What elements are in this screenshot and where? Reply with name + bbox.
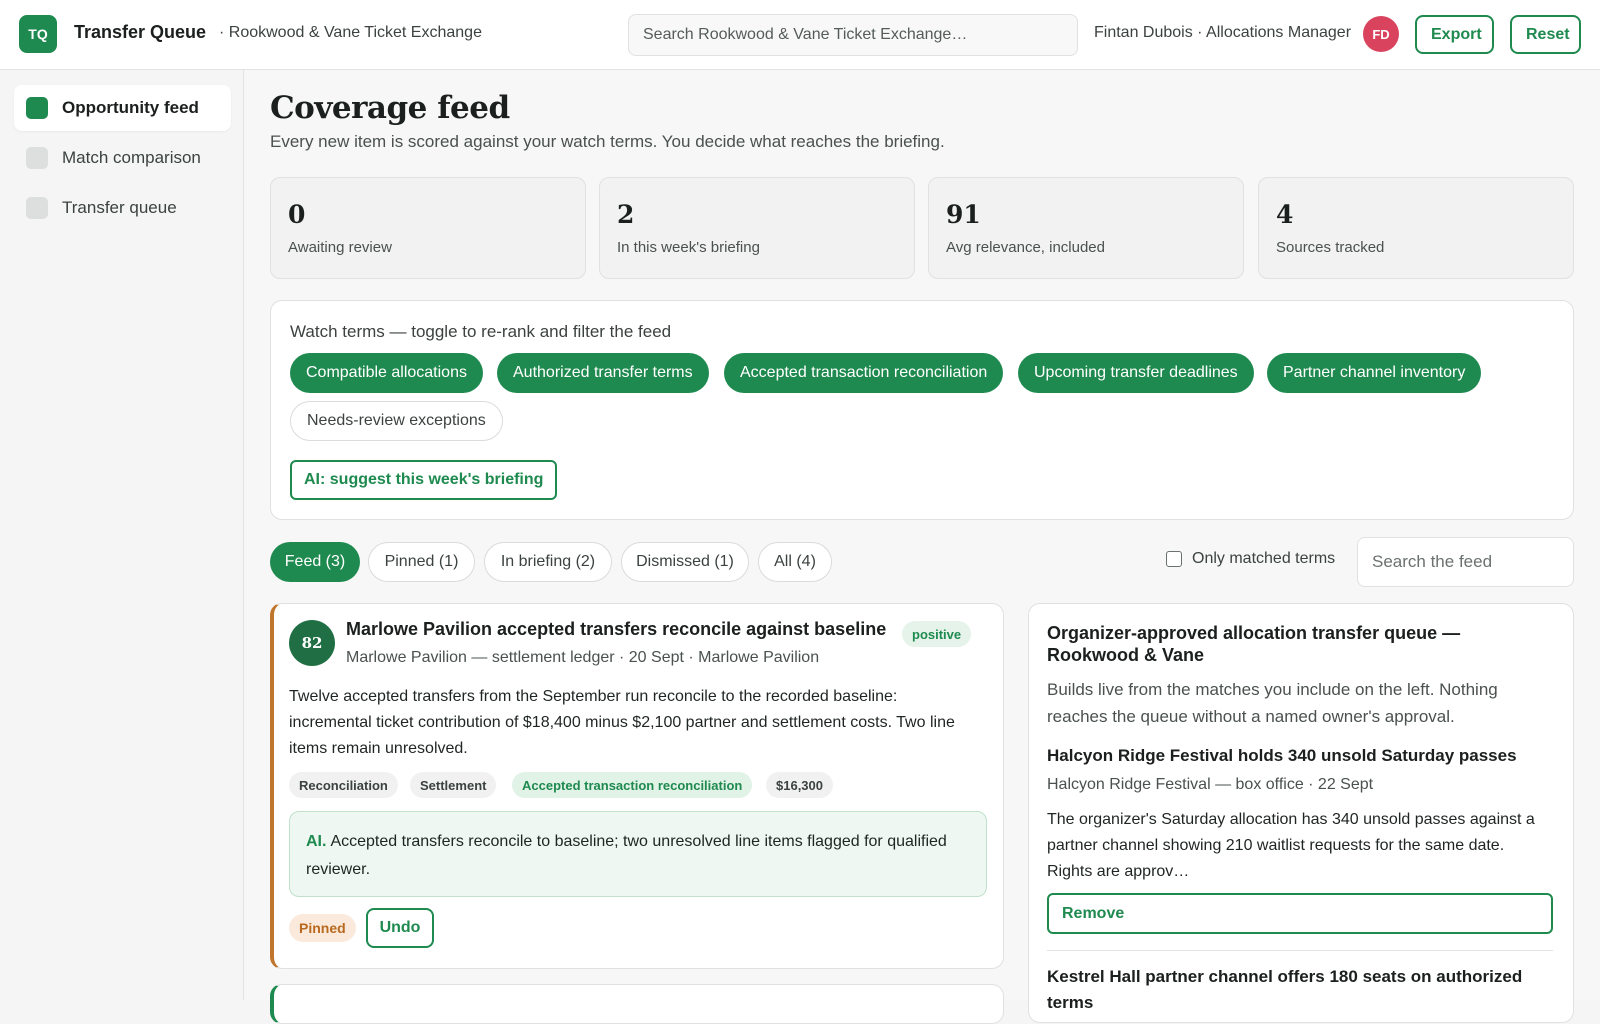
feed-card-next[interactable]	[270, 984, 1004, 1024]
transfer-queue-panel: Organizer-approved allocation transfer q…	[1028, 603, 1574, 1023]
watch-terms-heading: Watch terms — toggle to re-rank and filt…	[290, 322, 672, 341]
feed-search[interactable]	[1357, 537, 1574, 587]
chip-upcoming-transfer-deadlines[interactable]: Upcoming transfer deadlines	[1018, 353, 1254, 393]
undo-button[interactable]: Undo	[366, 908, 434, 948]
queue-title: Organizer-approved allocation transfer q…	[1047, 623, 1461, 665]
tab-feed[interactable]: Feed (3)	[270, 542, 360, 582]
chip-compatible-allocations[interactable]: Compatible allocations	[290, 353, 483, 393]
ai-summary-text: Accepted transfers reconcile to baseline…	[306, 833, 947, 878]
tab-in-briefing[interactable]: In briefing (2)	[484, 542, 612, 582]
relevance-score-badge: 82	[289, 620, 335, 666]
ai-summary-prefix: AI.	[306, 833, 327, 850]
tab-dismissed[interactable]: Dismissed (1)	[621, 542, 749, 582]
only-matched-checkbox[interactable]	[1166, 551, 1182, 567]
stat-value: 4	[1276, 200, 1294, 229]
tag-reconciliation: Reconciliation	[289, 772, 398, 798]
tab-all[interactable]: All (4)	[758, 542, 832, 582]
org-name: · Rookwood & Vane Ticket Exchange	[219, 24, 482, 41]
sidebar-item-opportunity-feed[interactable]: Opportunity feed	[14, 85, 231, 131]
sidebar: Opportunity feed Match comparison Transf…	[0, 70, 244, 1000]
queue-description: Builds live from the matches you include…	[1047, 680, 1498, 726]
ai-summary-box: AI. Accepted transfers reconcile to basel…	[289, 811, 987, 897]
tag-amount: $16,300	[766, 772, 833, 798]
stat-label: Sources tracked	[1276, 239, 1385, 256]
reset-button[interactable]: Reset	[1510, 15, 1581, 54]
stat-value: 91	[946, 200, 981, 229]
sidebar-item-label: Opportunity feed	[62, 98, 199, 117]
pinned-badge: Pinned	[289, 914, 356, 942]
feed-search-input[interactable]	[1358, 538, 1573, 586]
sidebar-item-label: Match comparison	[62, 148, 201, 167]
feed-card-title[interactable]: Marlowe Pavilion accepted transfers reco…	[346, 619, 886, 640]
feed-card-meta: Marlowe Pavilion — settlement ledger · 2…	[346, 649, 820, 666]
top-bar: TQ Transfer Queue · Rookwood & Vane Tick…	[0, 0, 1600, 70]
app-title: Transfer Queue	[74, 22, 207, 42]
stat-card-avg-relevance: 91 Avg relevance, included	[928, 177, 1244, 279]
stat-card-awaiting-review: 0 Awaiting review	[270, 177, 586, 279]
sidebar-item-label: Transfer queue	[62, 198, 177, 217]
queue-item-title: Kestrel Hall partner channel offers 180 …	[1047, 967, 1523, 1012]
stat-card-sources-tracked: 4 Sources tracked	[1258, 177, 1574, 279]
app-logo: TQ	[19, 15, 57, 53]
feed-card[interactable]: 82 Marlowe Pavilion accepted transfers r…	[270, 603, 1004, 969]
user-label: Fintan Dubois · Allocations Manager	[1094, 24, 1352, 41]
only-matched-label: Only matched terms	[1192, 550, 1336, 567]
main-content: Coverage feed Every new item is scored a…	[244, 70, 1600, 1024]
global-search[interactable]	[628, 14, 1078, 56]
chip-accepted-transaction-reconciliation[interactable]: Accepted transaction reconciliation	[724, 353, 1004, 393]
avatar[interactable]: FD	[1363, 16, 1399, 52]
stat-label: Awaiting review	[288, 239, 392, 256]
stat-label: In this week's briefing	[617, 239, 760, 256]
chip-needs-review-exceptions[interactable]: Needs-review exceptions	[290, 401, 503, 441]
feed-card-body: Twelve accepted transfers from the Septe…	[289, 688, 955, 757]
stat-card-in-briefing: 2 In this week's briefing	[599, 177, 915, 279]
sidebar-item-match-comparison[interactable]: Match comparison	[14, 135, 231, 181]
chip-partner-channel-inventory[interactable]: Partner channel inventory	[1267, 353, 1482, 393]
sentiment-badge: positive	[902, 621, 972, 647]
watch-terms-panel: Watch terms — toggle to re-rank and filt…	[270, 300, 1574, 520]
export-button[interactable]: Export	[1415, 15, 1494, 54]
ai-suggest-briefing-button[interactable]: AI: suggest this week's briefing	[290, 460, 558, 500]
only-matched-toggle[interactable]: Only matched terms	[1166, 550, 1335, 568]
stat-value: 2	[617, 200, 635, 229]
queue-item-meta: Halcyon Ridge Festival — box office · 22…	[1047, 776, 1374, 793]
page-title: Coverage feed	[270, 90, 510, 126]
stat-value: 0	[288, 200, 306, 229]
tab-pinned[interactable]: Pinned (1)	[368, 542, 475, 582]
queue-item-body: The organizer's Saturday allocation has …	[1047, 811, 1535, 880]
tag-settlement: Settlement	[410, 772, 497, 798]
chip-authorized-transfer-terms[interactable]: Authorized transfer terms	[497, 353, 709, 393]
remove-button[interactable]: Remove	[1047, 893, 1553, 934]
stat-label: Avg relevance, included	[946, 239, 1105, 256]
page-subtitle: Every new item is scored against your wa…	[270, 132, 945, 151]
nav-square-icon	[26, 197, 48, 219]
nav-square-icon	[26, 97, 48, 119]
sidebar-item-transfer-queue[interactable]: Transfer queue	[14, 185, 231, 231]
divider	[1047, 950, 1553, 951]
nav-square-icon	[26, 147, 48, 169]
tag-matched-term: Accepted transaction reconciliation	[512, 772, 753, 798]
queue-item-title: Halcyon Ridge Festival holds 340 unsold …	[1047, 746, 1517, 765]
global-search-input[interactable]	[629, 15, 1077, 55]
